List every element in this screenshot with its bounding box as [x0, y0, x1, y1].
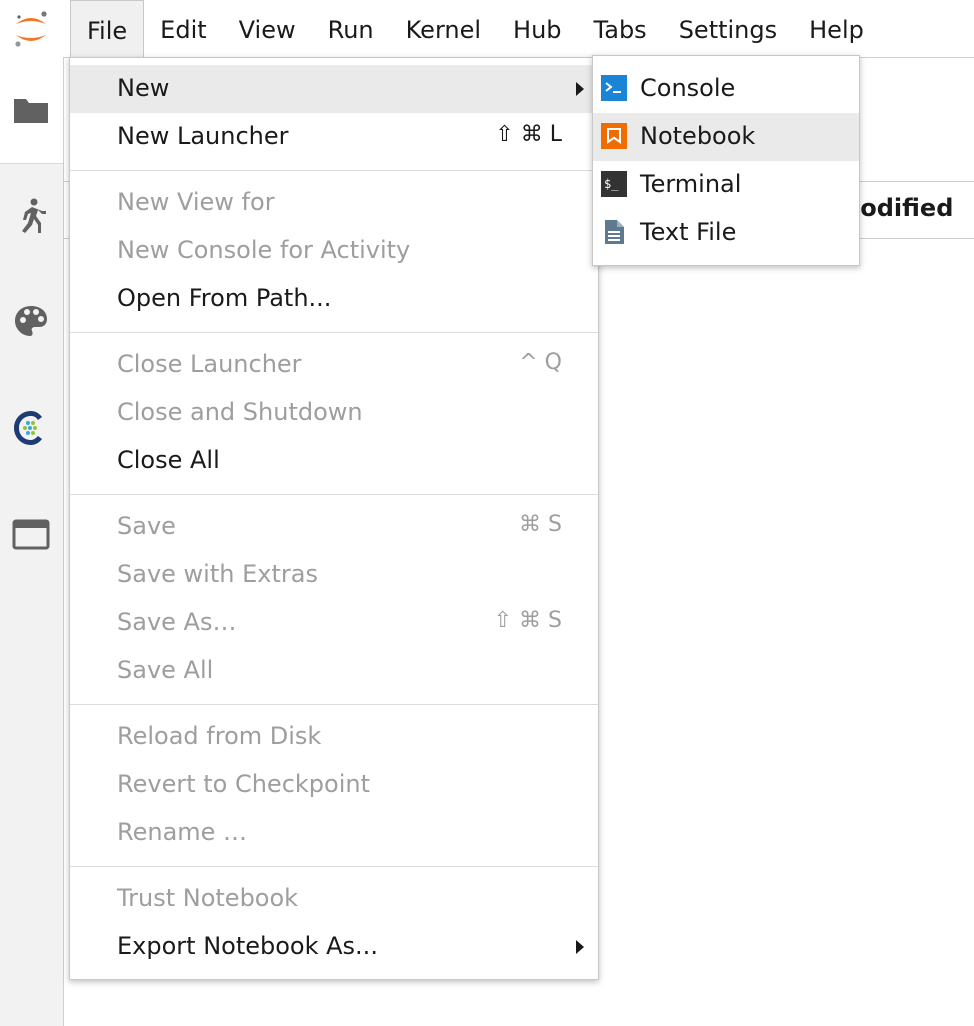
menu-help[interactable]: Help [793, 0, 880, 57]
menu-item-new-console-for-activity[interactable]: New Console for Activity [70, 227, 598, 275]
left-sidebar [0, 57, 64, 1026]
menu-item-new[interactable]: New [70, 65, 598, 113]
palette-icon[interactable] [10, 301, 52, 343]
menu-item-label: Save [117, 512, 176, 540]
menu-item-label: Save All [117, 656, 214, 684]
menu-item-new-launcher[interactable]: New Launcher ⇧ ⌘ L [70, 113, 598, 161]
menu-separator [70, 170, 598, 171]
menu-separator [70, 494, 598, 495]
menu-separator [70, 332, 598, 333]
text-file-icon [605, 220, 624, 244]
menu-tabs[interactable]: Tabs [578, 0, 663, 57]
submenu-item-label: Terminal [640, 170, 742, 198]
menu-item-new-view[interactable]: New View for [70, 179, 598, 227]
submenu-arrow-icon [576, 940, 584, 954]
menubar-items: File Edit View Run Kernel Hub Tabs Setti… [70, 0, 880, 60]
menu-item-label: New [117, 74, 170, 102]
menu-hub[interactable]: Hub [497, 0, 578, 57]
tabs-window-icon[interactable] [10, 513, 52, 555]
menu-edit[interactable]: Edit [144, 0, 222, 57]
menu-separator [70, 866, 598, 867]
submenu-item-label: Text File [640, 218, 737, 246]
folder-icon[interactable] [10, 89, 52, 131]
menu-item-label: Open From Path... [117, 284, 332, 312]
svg-text:$_: $_ [604, 177, 619, 191]
menu-kernel[interactable]: Kernel [390, 0, 497, 57]
extension-c-icon[interactable] [10, 407, 52, 449]
menu-item-label: Trust Notebook [117, 884, 299, 912]
menu-item-save[interactable]: Save ⌘ S [70, 503, 598, 551]
menu-view[interactable]: View [223, 0, 312, 57]
menu-item-label: New Console for Activity [117, 236, 411, 264]
menu-file[interactable]: File [70, 0, 145, 60]
menu-item-save-as[interactable]: Save As… ⇧ ⌘ S [70, 599, 598, 647]
menu-item-revert-to-checkpoint[interactable]: Revert to Checkpoint [70, 761, 598, 809]
menu-item-export-notebook-as[interactable]: Export Notebook As... [70, 923, 598, 971]
menu-item-open-from-path[interactable]: Open From Path... [70, 275, 598, 323]
menu-item-rename[interactable]: Rename … [70, 809, 598, 857]
menu-item-close-launcher[interactable]: Close Launcher ^ Q [70, 341, 598, 389]
submenu-item-label: Console [640, 74, 736, 102]
submenu-item-label: Notebook [640, 122, 756, 150]
submenu-item-notebook[interactable]: Notebook [593, 113, 859, 161]
notebook-icon [601, 123, 627, 149]
menu-item-label: Rename … [117, 818, 248, 846]
new-submenu: Console Notebook $_ Terminal Text File [592, 55, 860, 266]
menu-item-trust-notebook[interactable]: Trust Notebook [70, 875, 598, 923]
menu-separator [70, 704, 598, 705]
submenu-item-console[interactable]: Console [593, 65, 859, 113]
menu-item-save-all[interactable]: Save All [70, 647, 598, 695]
menu-item-save-with-extras[interactable]: Save with Extras [70, 551, 598, 599]
jupyter-logo-icon[interactable] [10, 8, 52, 50]
menu-item-label: Close Launcher [117, 350, 302, 378]
menu-item-label: Export Notebook As... [117, 932, 378, 960]
menu-item-close-all[interactable]: Close All [70, 437, 598, 485]
menu-item-close-and-shutdown[interactable]: Close and Shutdown [70, 389, 598, 437]
menu-item-reload-from-disk[interactable]: Reload from Disk [70, 713, 598, 761]
console-icon [601, 75, 627, 101]
submenu-item-terminal[interactable]: $_ Terminal [593, 161, 859, 209]
submenu-item-text-file[interactable]: Text File [593, 209, 859, 257]
menu-item-label: Reload from Disk [117, 722, 322, 750]
menubar: File Edit View Run Kernel Hub Tabs Setti… [0, 0, 974, 60]
menu-item-label: New View for [117, 188, 275, 216]
terminal-icon: $_ [601, 171, 627, 197]
menu-run[interactable]: Run [312, 0, 390, 57]
sidebar-top-panel [0, 57, 63, 164]
menu-item-shortcut: ⌘ S [519, 512, 562, 537]
menu-item-label: Save with Extras [117, 560, 318, 588]
menu-item-shortcut: ⇧ ⌘ S [493, 608, 562, 633]
file-menu: New New Launcher ⇧ ⌘ L New View for New … [69, 57, 599, 980]
menu-item-shortcut: ⇧ ⌘ L [495, 122, 562, 147]
menu-settings[interactable]: Settings [663, 0, 793, 57]
submenu-arrow-icon [576, 82, 584, 96]
menu-item-label: Close All [117, 446, 220, 474]
menu-item-label: New Launcher [117, 122, 289, 150]
menu-item-label: Save As… [117, 608, 237, 636]
menu-item-label: Close and Shutdown [117, 398, 363, 426]
column-header-modified[interactable]: lodified [852, 194, 953, 222]
menu-item-label: Revert to Checkpoint [117, 770, 370, 798]
running-icon[interactable] [10, 195, 52, 237]
menu-item-shortcut: ^ Q [519, 350, 562, 375]
